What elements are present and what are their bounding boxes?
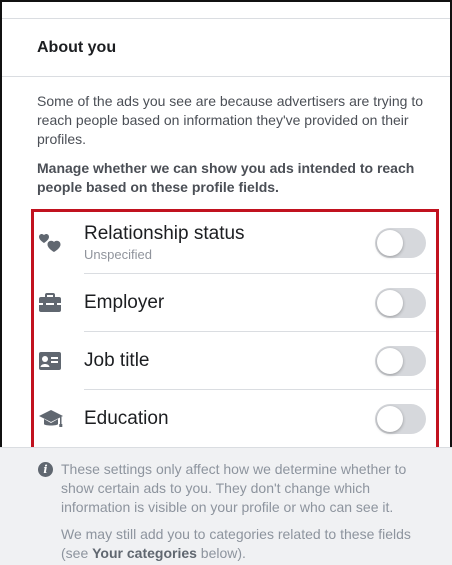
footer-extra-suffix: below). [196,545,246,561]
id-card-icon [34,351,84,371]
your-categories-link[interactable]: Your categories [92,545,197,561]
employer-label: Employer [84,291,165,313]
top-strip [2,2,450,19]
job-title-switch[interactable] [375,345,426,376]
education-label: Education [84,408,169,429]
section-header: About you [2,19,450,77]
job-title-label: Job title [84,349,150,371]
switch-knob [377,347,403,374]
toggle-row-relationship-status[interactable]: Relationship status Unspecified [34,212,436,274]
section-title: About you [37,38,117,56]
relationship-status-label: Relationship status [84,223,245,244]
relationship-status-switch[interactable] [375,227,426,258]
footer-note-text: These settings only affect how we determ… [61,461,407,515]
briefcase-icon [34,292,84,314]
hearts-icon [34,230,84,256]
footer-note: i These settings only affect how we dete… [38,460,432,565]
education-switch[interactable] [375,404,426,434]
relationship-status-value: Unspecified [84,247,152,262]
footer-extra-text: We may still add you to categories relat… [61,525,432,563]
intro-paragraph: Some of the ads you see are because adve… [37,93,423,147]
intro-instruction: Manage whether we can show you ads inten… [37,160,415,195]
toggle-row-employer[interactable]: Employer [34,274,436,332]
switch-knob [377,406,403,432]
intro-text: Some of the ads you see are because adve… [2,77,450,215]
toggle-row-education[interactable]: Education [34,390,436,448]
footer-text: These settings only affect how we determ… [61,460,432,565]
profile-field-toggles: Relationship status Unspecified Employer [34,212,436,448]
toggle-row-job-title[interactable]: Job title [34,332,436,390]
info-icon: i [38,462,53,477]
switch-knob [377,289,403,316]
employer-switch[interactable] [375,287,426,318]
switch-knob [377,229,403,256]
footer-info: i These settings only affect how we dete… [0,447,452,565]
graduation-cap-icon [34,408,84,430]
